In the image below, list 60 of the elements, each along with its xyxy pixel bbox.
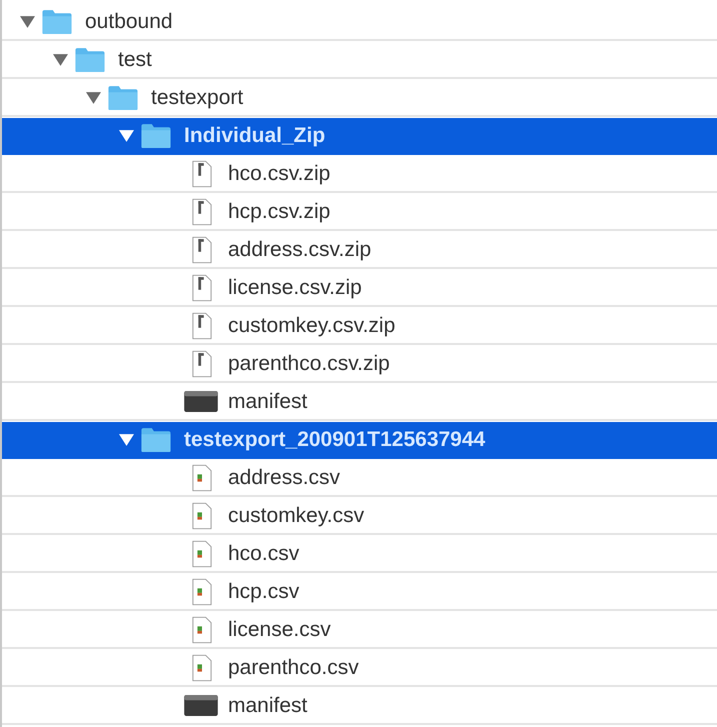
tree-row[interactable]: license.csv (2, 612, 717, 649)
item-name: customkey.csv.zip (228, 314, 396, 338)
csv-file-icon (192, 464, 212, 492)
item-name: hco.csv.zip (228, 162, 330, 186)
tree-row[interactable]: customkey.csv.zip (2, 308, 717, 345)
tree-row[interactable]: address.csv (2, 460, 717, 497)
zip-file-icon (192, 312, 212, 340)
tree-row[interactable]: customkey.csv (2, 498, 717, 535)
csv-file-icon (192, 654, 212, 682)
item-name: hcp.csv (228, 580, 300, 604)
item-name: license.csv.zip (228, 276, 362, 300)
terminal-file-icon (184, 695, 218, 716)
folder-icon (140, 426, 172, 453)
tree-row[interactable]: hco.csv (2, 536, 717, 573)
item-name: parenthco.csv (228, 656, 359, 680)
expanded-triangle-icon[interactable] (86, 91, 101, 104)
item-name: license.csv (228, 618, 331, 642)
tree-row[interactable]: address.csv.zip (2, 232, 717, 269)
tree-row[interactable]: parenthco.csv (2, 650, 717, 687)
zip-file-icon (192, 274, 212, 302)
zip-file-icon (192, 198, 212, 226)
item-name: hco.csv (228, 542, 300, 566)
item-name: parenthco.csv.zip (228, 352, 390, 376)
csv-file-icon (192, 616, 212, 644)
zip-file-icon (192, 350, 212, 378)
item-name: address.csv (228, 466, 340, 490)
csv-file-icon (192, 540, 212, 568)
item-name: hcp.csv.zip (228, 200, 330, 224)
folder-icon (74, 46, 106, 73)
tree-row[interactable]: manifest (2, 688, 717, 725)
folder-icon (107, 84, 139, 111)
tree-row[interactable]: testexport_200901T125637944 (2, 422, 717, 459)
item-name: testexport_200901T125637944 (184, 428, 486, 452)
csv-file-icon (192, 578, 212, 606)
zip-file-icon (192, 236, 212, 264)
expanded-triangle-icon[interactable] (119, 129, 134, 142)
item-name: test (118, 48, 152, 72)
item-name: manifest (228, 694, 308, 718)
item-name: manifest (228, 390, 308, 414)
terminal-file-icon (184, 391, 218, 412)
folder-icon (140, 122, 172, 149)
tree-row[interactable]: Individual_Zip (2, 118, 717, 155)
tree-row[interactable]: test (2, 42, 717, 79)
zip-file-icon (192, 160, 212, 188)
expanded-triangle-icon[interactable] (119, 433, 134, 446)
expanded-triangle-icon[interactable] (53, 53, 68, 66)
item-name: address.csv.zip (228, 238, 372, 262)
tree-row[interactable]: license.csv.zip (2, 270, 717, 307)
tree-row[interactable]: hco.csv.zip (2, 156, 717, 193)
item-name: outbound (85, 10, 173, 34)
item-name: customkey.csv (228, 504, 364, 528)
item-name: testexport (151, 86, 244, 110)
expanded-triangle-icon[interactable] (20, 15, 35, 28)
csv-file-icon (192, 502, 212, 530)
tree-row[interactable]: hcp.csv.zip (2, 194, 717, 231)
item-name: Individual_Zip (184, 124, 326, 148)
tree-row[interactable]: outbound (2, 4, 717, 41)
folder-icon (41, 8, 73, 35)
tree-row[interactable]: parenthco.csv.zip (2, 346, 717, 383)
tree-row[interactable]: hcp.csv (2, 574, 717, 611)
